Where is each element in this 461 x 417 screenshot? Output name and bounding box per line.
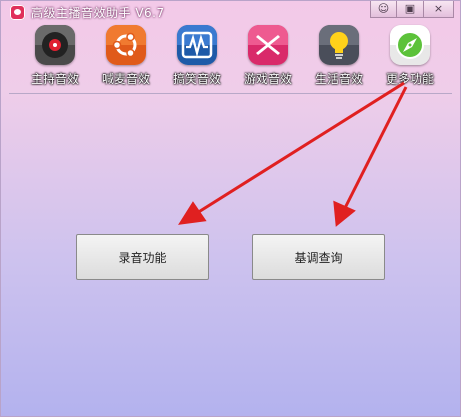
toolbar-item-shout[interactable]: 喊麦音效 xyxy=(90,23,158,91)
title-bar[interactable]: 高级主播音效助手 V6.7 ☺ ▣ × xyxy=(1,1,460,23)
feedback-button[interactable]: ☺ xyxy=(370,1,397,18)
app-logo-icon xyxy=(10,5,25,20)
toolbar-item-label: 喊麦音效 xyxy=(101,72,150,86)
toolbar-item-label: 生活音效 xyxy=(314,72,363,86)
toolbar-item-life[interactable]: 生活音效 xyxy=(303,23,371,91)
toolbar-item-host[interactable]: 主持音效 xyxy=(19,23,87,91)
waveform-icon xyxy=(177,25,217,65)
ubuntu-icon xyxy=(106,25,146,65)
compass-icon xyxy=(390,25,430,65)
record-function-button[interactable]: 录音功能 xyxy=(76,234,209,280)
window-controls: ☺ ▣ × xyxy=(370,1,454,18)
cross-icon xyxy=(248,25,288,65)
disc-icon xyxy=(35,25,75,65)
toolbar-item-label: 游戏音效 xyxy=(243,72,292,86)
toolbar-item-funny[interactable]: 搞笑音效 xyxy=(161,23,229,91)
lightbulb-icon xyxy=(319,25,359,65)
toolbar-item-label: 搞笑音效 xyxy=(172,72,221,86)
toolbar-item-label: 更多功能 xyxy=(385,72,434,86)
toolbar-item-label: 主持音效 xyxy=(30,72,79,86)
key-query-button[interactable]: 基调查询 xyxy=(252,234,385,280)
close-button[interactable]: × xyxy=(424,1,454,18)
toolbar-item-more[interactable]: 更多功能 xyxy=(374,23,442,91)
window-title: 高级主播音效助手 V6.7 xyxy=(31,6,165,20)
toolbar-item-game[interactable]: 游戏音效 xyxy=(232,23,300,91)
toolbar: 主持音效 喊麦音效 搞笑音效 游戏音效 生活音效 更多功能 xyxy=(1,23,460,91)
content-panel: 录音功能 基调查询 xyxy=(9,93,452,411)
app-window: 高级主播音效助手 V6.7 ☺ ▣ × 主持音效 喊麦音效 搞笑音效 游戏音效 … xyxy=(0,0,461,417)
restore-button[interactable]: ▣ xyxy=(397,1,424,18)
